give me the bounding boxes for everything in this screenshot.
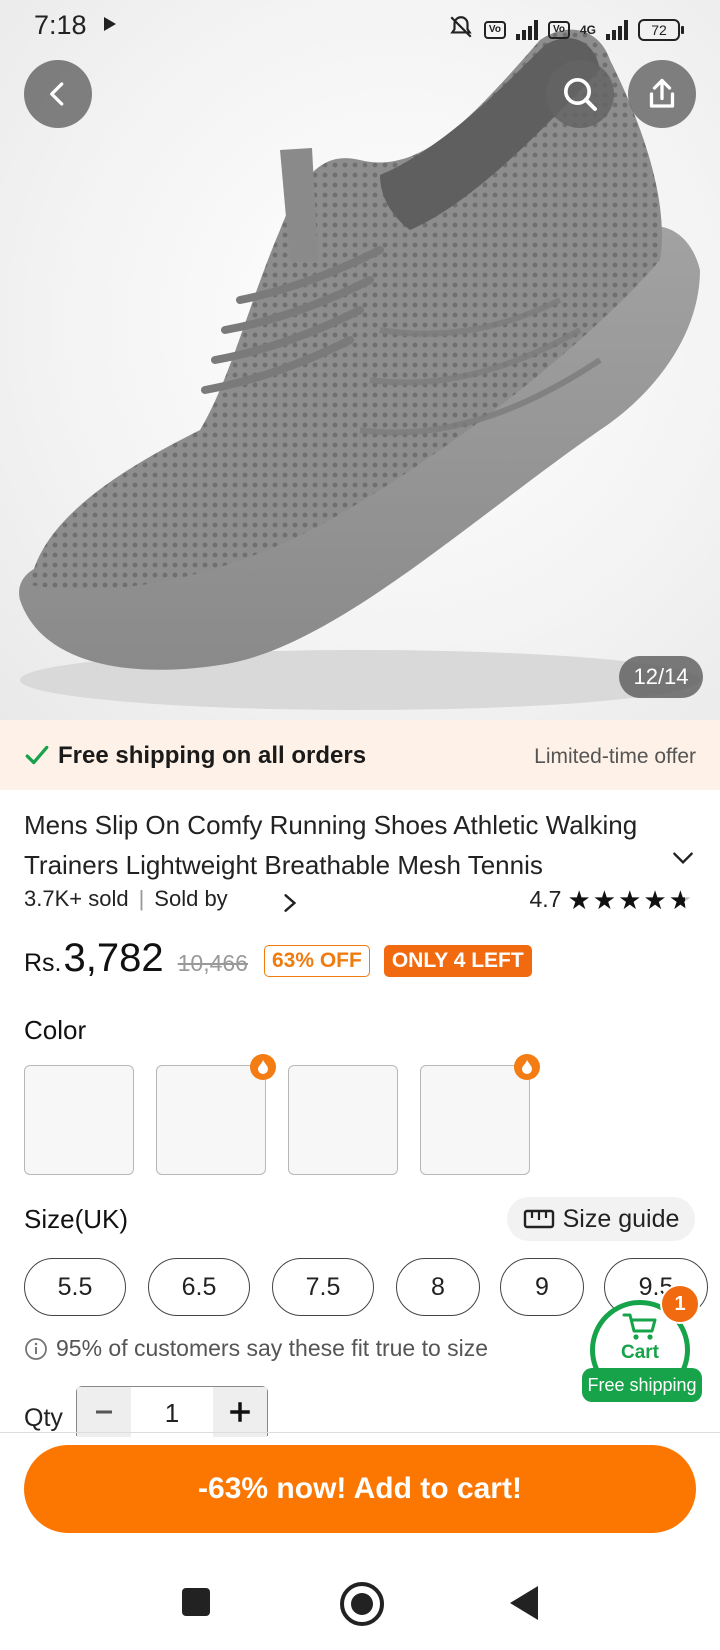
product-title[interactable]: Mens Slip On Comfy Running Shoes Athleti…: [24, 805, 674, 885]
volte-icon-2: Vo: [547, 20, 570, 39]
stock-badge: ONLY 4 LEFT: [383, 945, 532, 977]
hot-flame-icon: [250, 1054, 276, 1080]
chevron-right-icon[interactable]: [280, 892, 300, 919]
original-price: 10,466: [177, 950, 248, 976]
cart-count-badge: 1: [660, 1284, 700, 1324]
media-play-icon: [104, 17, 116, 31]
network-type: 4G: [579, 22, 596, 37]
product-image[interactable]: [0, 0, 720, 720]
star-icon: ★: [618, 884, 642, 915]
signal-icon: [515, 19, 538, 40]
free-shipping-text: Free shipping on all orders: [58, 742, 367, 769]
check-icon: [24, 742, 50, 773]
mute-bell-icon: [448, 14, 474, 45]
fit-note: 95% of customers say these fit true to s…: [24, 1335, 488, 1362]
size-option[interactable]: 9: [500, 1258, 584, 1316]
plus-icon: [230, 1402, 250, 1422]
discount-badge: 63% OFF: [263, 945, 370, 977]
chevron-left-icon: [50, 82, 64, 106]
sold-by-link[interactable]: Sold by: [154, 886, 227, 912]
hot-flame-icon: [514, 1054, 540, 1080]
rating[interactable]: 4.7 ★ ★ ★ ★ ★: [529, 886, 692, 913]
currency: Rs.: [24, 949, 62, 977]
recent-apps-button[interactable]: [182, 1588, 210, 1616]
qty-decrease-button[interactable]: [77, 1387, 131, 1437]
size-option[interactable]: 8: [396, 1258, 480, 1316]
star-icon: ★: [643, 884, 667, 915]
section-divider: [0, 1432, 720, 1433]
color-swatch[interactable]: [288, 1065, 398, 1175]
share-button[interactable]: [628, 60, 696, 128]
sales-meta: 3.7K+ sold | Sold by: [24, 886, 228, 912]
half-star-icon: ★: [668, 884, 692, 915]
product-photo: [19, 29, 701, 710]
size-option[interactable]: 6.5: [148, 1258, 250, 1316]
color-swatch[interactable]: [24, 1065, 134, 1175]
qty-increase-button[interactable]: [213, 1387, 267, 1437]
volte-icon: Vo: [483, 20, 506, 39]
sold-count: 3.7K+ sold: [24, 886, 129, 911]
status-bar: 7:18 Vo Vo 4G 72: [0, 0, 720, 52]
qty-value[interactable]: 1: [131, 1387, 213, 1436]
quantity-stepper[interactable]: 1: [76, 1386, 268, 1437]
current-price: 3,782: [63, 936, 164, 980]
add-to-cart-button[interactable]: -63% now! Add to cart!: [24, 1445, 696, 1533]
color-label: Color: [24, 1015, 87, 1045]
limited-offer-text: Limited-time offer: [534, 745, 696, 768]
info-icon: [25, 1337, 47, 1360]
size-option[interactable]: 7.5: [272, 1258, 374, 1316]
search-button[interactable]: [546, 60, 614, 128]
system-back-button[interactable]: [510, 1586, 538, 1620]
fit-note-text: 95% of customers say these fit true to s…: [56, 1335, 489, 1361]
status-time: 7:18: [34, 10, 87, 40]
back-button[interactable]: [24, 60, 92, 128]
price-row: Rs. 3,782 10,466 63% OFF ONLY 4 LEFT: [24, 936, 532, 981]
size-guide-button[interactable]: Size guide: [507, 1197, 695, 1241]
rating-value: 4.7: [529, 886, 562, 912]
search-icon: [564, 78, 597, 111]
chevron-down-icon[interactable]: [670, 848, 696, 873]
meta-separator: |: [138, 886, 145, 911]
ruler-icon: [523, 1209, 554, 1229]
qty-label: Qty: [24, 1404, 63, 1432]
star-icon: ★: [592, 884, 617, 915]
image-counter: 12/14: [619, 656, 703, 698]
share-icon: [649, 78, 675, 108]
star-icon: ★: [567, 884, 591, 915]
signal-icon-2: [606, 19, 628, 40]
status-icons: Vo Vo 4G 72: [448, 14, 684, 45]
cart-label: Cart: [620, 1342, 659, 1363]
battery-icon: 72: [638, 18, 684, 41]
free-shipping-pill: Free shipping: [582, 1368, 702, 1402]
color-swatch[interactable]: [156, 1065, 266, 1175]
color-swatch[interactable]: [420, 1065, 530, 1175]
size-label: Size(UK): [24, 1204, 129, 1234]
size-guide-label: Size guide: [562, 1204, 680, 1233]
minus-icon: [96, 1410, 112, 1414]
home-button[interactable]: [340, 1582, 384, 1626]
size-option[interactable]: 5.5: [24, 1258, 126, 1316]
